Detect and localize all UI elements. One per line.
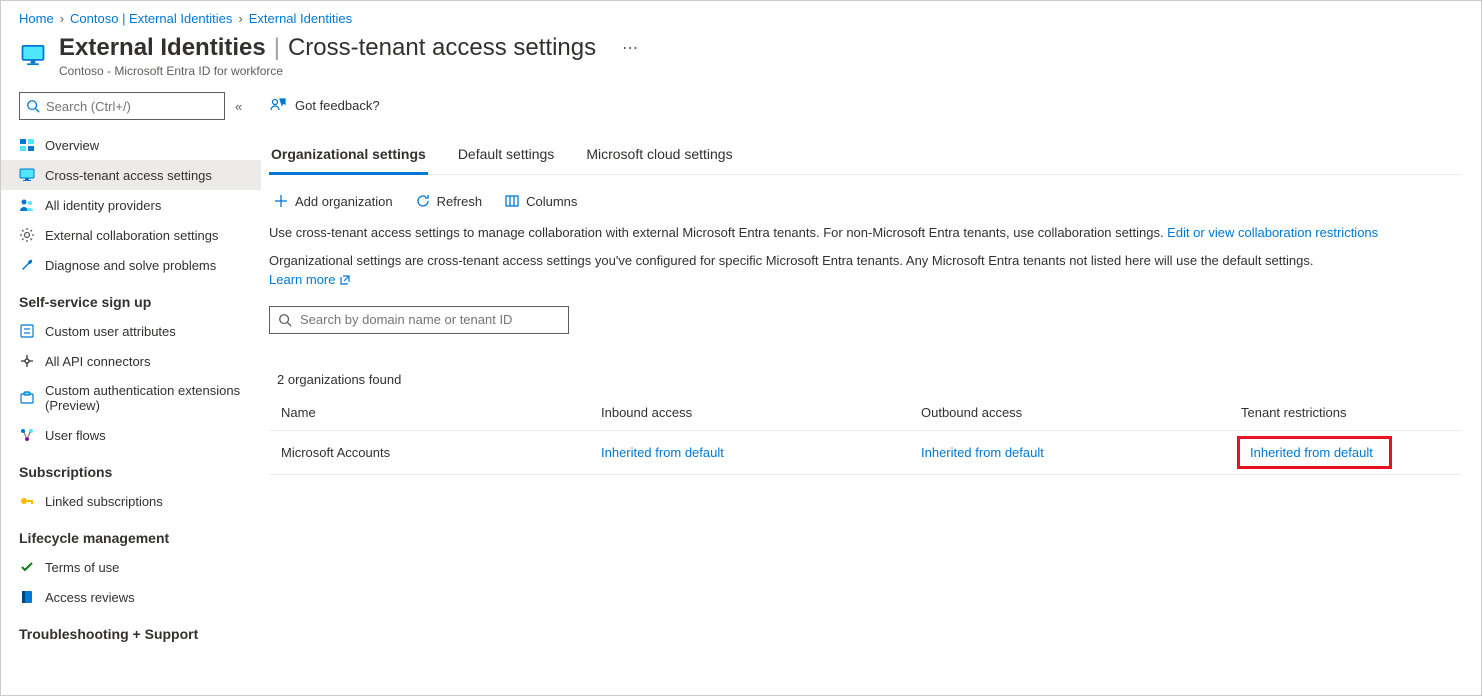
feedback-icon: [269, 96, 287, 114]
page-title: External Identities: [59, 34, 266, 62]
sidebar-item-label: Terms of use: [45, 560, 119, 575]
sidebar-item-label: Cross-tenant access settings: [45, 168, 212, 183]
column-restrictions[interactable]: Tenant restrictions: [1229, 395, 1461, 431]
refresh-icon: [415, 193, 431, 209]
checkmark-icon: [19, 559, 35, 575]
flow-icon: [19, 427, 35, 443]
sidebar-search[interactable]: [19, 92, 225, 120]
description-2: Organizational settings are cross-tenant…: [269, 247, 1461, 294]
sidebar-item-linked-subscriptions[interactable]: Linked subscriptions: [1, 486, 261, 516]
learn-more-link[interactable]: Learn more: [269, 270, 351, 290]
organizations-count: 2 organizations found: [269, 352, 1461, 395]
sidebar-item-label: Access reviews: [45, 590, 135, 605]
sidebar-item-label: All identity providers: [45, 198, 161, 213]
outbound-access-link[interactable]: Inherited from default: [921, 445, 1044, 460]
sidebar-item-label: Linked subscriptions: [45, 494, 163, 509]
search-icon: [26, 99, 40, 113]
tab-organizational-settings[interactable]: Organizational settings: [269, 140, 428, 175]
sidebar-item-identity-providers[interactable]: All identity providers: [1, 190, 261, 220]
more-actions-button[interactable]: ⋯: [618, 34, 642, 62]
table-row[interactable]: Microsoft Accounts Inherited from defaul…: [269, 430, 1461, 474]
page-header: External Identities | Cross-tenant acces…: [1, 30, 1481, 92]
sidebar-section-lifecycle: Lifecycle management: [1, 516, 261, 552]
plus-icon: [273, 193, 289, 209]
search-icon: [278, 313, 292, 327]
column-inbound[interactable]: Inbound access: [589, 395, 909, 431]
sidebar-item-label: Overview: [45, 138, 99, 153]
gear-icon: [19, 227, 35, 243]
breadcrumb-contoso[interactable]: Contoso | External Identities: [70, 11, 232, 26]
inbound-access-link[interactable]: Inherited from default: [601, 445, 724, 460]
tenant-restrictions-link[interactable]: Inherited from default: [1250, 445, 1373, 460]
sidebar-item-label: Diagnose and solve problems: [45, 258, 216, 273]
feedback-button[interactable]: Got feedback?: [269, 92, 1461, 140]
columns-button[interactable]: Columns: [504, 193, 577, 209]
column-outbound[interactable]: Outbound access: [909, 395, 1229, 431]
sidebar-item-label: Custom user attributes: [45, 324, 176, 339]
chevron-right-icon: ›: [60, 11, 64, 26]
sidebar-item-diagnose[interactable]: Diagnose and solve problems: [1, 250, 261, 280]
book-icon: [19, 589, 35, 605]
tab-default-settings[interactable]: Default settings: [456, 140, 557, 175]
breadcrumb-external-identities[interactable]: External Identities: [249, 11, 352, 26]
toolbar-label: Columns: [526, 194, 577, 209]
wrench-icon: [19, 257, 35, 273]
toolbar: Add organization Refresh Columns: [269, 175, 1461, 219]
sidebar-item-custom-auth-ext[interactable]: Custom authentication extensions (Previe…: [1, 376, 261, 420]
people-icon: [19, 197, 35, 213]
page-subtitle: Cross-tenant access settings: [288, 34, 596, 62]
main-content: Got feedback? Organizational settings De…: [261, 92, 1481, 694]
tenant-restrictions-highlight: Inherited from default: [1237, 436, 1392, 469]
organizations-table: Name Inbound access Outbound access Tena…: [269, 395, 1461, 475]
sidebar-item-api-connectors[interactable]: All API connectors: [1, 346, 261, 376]
add-organization-button[interactable]: Add organization: [273, 193, 393, 209]
breadcrumb: Home › Contoso | External Identities › E…: [1, 1, 1481, 30]
sidebar-section-subscriptions: Subscriptions: [1, 450, 261, 486]
sidebar-item-label: External collaboration settings: [45, 228, 218, 243]
extension-icon: [19, 390, 35, 406]
column-name[interactable]: Name: [269, 395, 589, 431]
sidebar-search-input[interactable]: [46, 99, 222, 114]
tab-microsoft-cloud-settings[interactable]: Microsoft cloud settings: [584, 140, 734, 175]
sidebar-item-overview[interactable]: Overview: [1, 130, 261, 160]
refresh-button[interactable]: Refresh: [415, 193, 483, 209]
sidebar-section-troubleshooting: Troubleshooting + Support: [1, 612, 261, 648]
chevron-right-icon: ›: [238, 11, 242, 26]
external-link-icon: [339, 274, 351, 286]
search-organizations[interactable]: [269, 306, 569, 334]
sidebar-item-terms-of-use[interactable]: Terms of use: [1, 552, 261, 582]
sidebar-item-cross-tenant[interactable]: Cross-tenant access settings: [1, 160, 261, 190]
sidebar-section-self-service: Self-service sign up: [1, 280, 261, 316]
tabs: Organizational settings Default settings…: [269, 140, 1461, 175]
collapse-sidebar-button[interactable]: «: [235, 99, 242, 114]
connector-icon: [19, 353, 35, 369]
sidebar-item-access-reviews[interactable]: Access reviews: [1, 582, 261, 612]
sidebar-item-label: Custom authentication extensions (Previe…: [45, 383, 251, 413]
sidebar-item-label: All API connectors: [45, 354, 151, 369]
attributes-icon: [19, 323, 35, 339]
monitor-icon: [19, 167, 35, 183]
sidebar: « Overview Cross-tenant access settings …: [1, 92, 261, 694]
edit-collaboration-restrictions-link[interactable]: Edit or view collaboration restrictions: [1167, 225, 1378, 240]
cell-name: Microsoft Accounts: [269, 430, 589, 474]
sidebar-item-label: User flows: [45, 428, 106, 443]
sidebar-item-custom-attributes[interactable]: Custom user attributes: [1, 316, 261, 346]
search-organizations-input[interactable]: [300, 312, 560, 327]
breadcrumb-home[interactable]: Home: [19, 11, 54, 26]
columns-icon: [504, 193, 520, 209]
overview-icon: [19, 137, 35, 153]
page-caption: Contoso - Microsoft Entra ID for workfor…: [59, 64, 642, 78]
sidebar-item-user-flows[interactable]: User flows: [1, 420, 261, 450]
feedback-label: Got feedback?: [295, 98, 380, 113]
external-identities-icon: [19, 40, 47, 68]
toolbar-label: Refresh: [437, 194, 483, 209]
sidebar-item-external-collab[interactable]: External collaboration settings: [1, 220, 261, 250]
key-icon: [19, 493, 35, 509]
toolbar-label: Add organization: [295, 194, 393, 209]
description-1: Use cross-tenant access settings to mana…: [269, 219, 1461, 247]
